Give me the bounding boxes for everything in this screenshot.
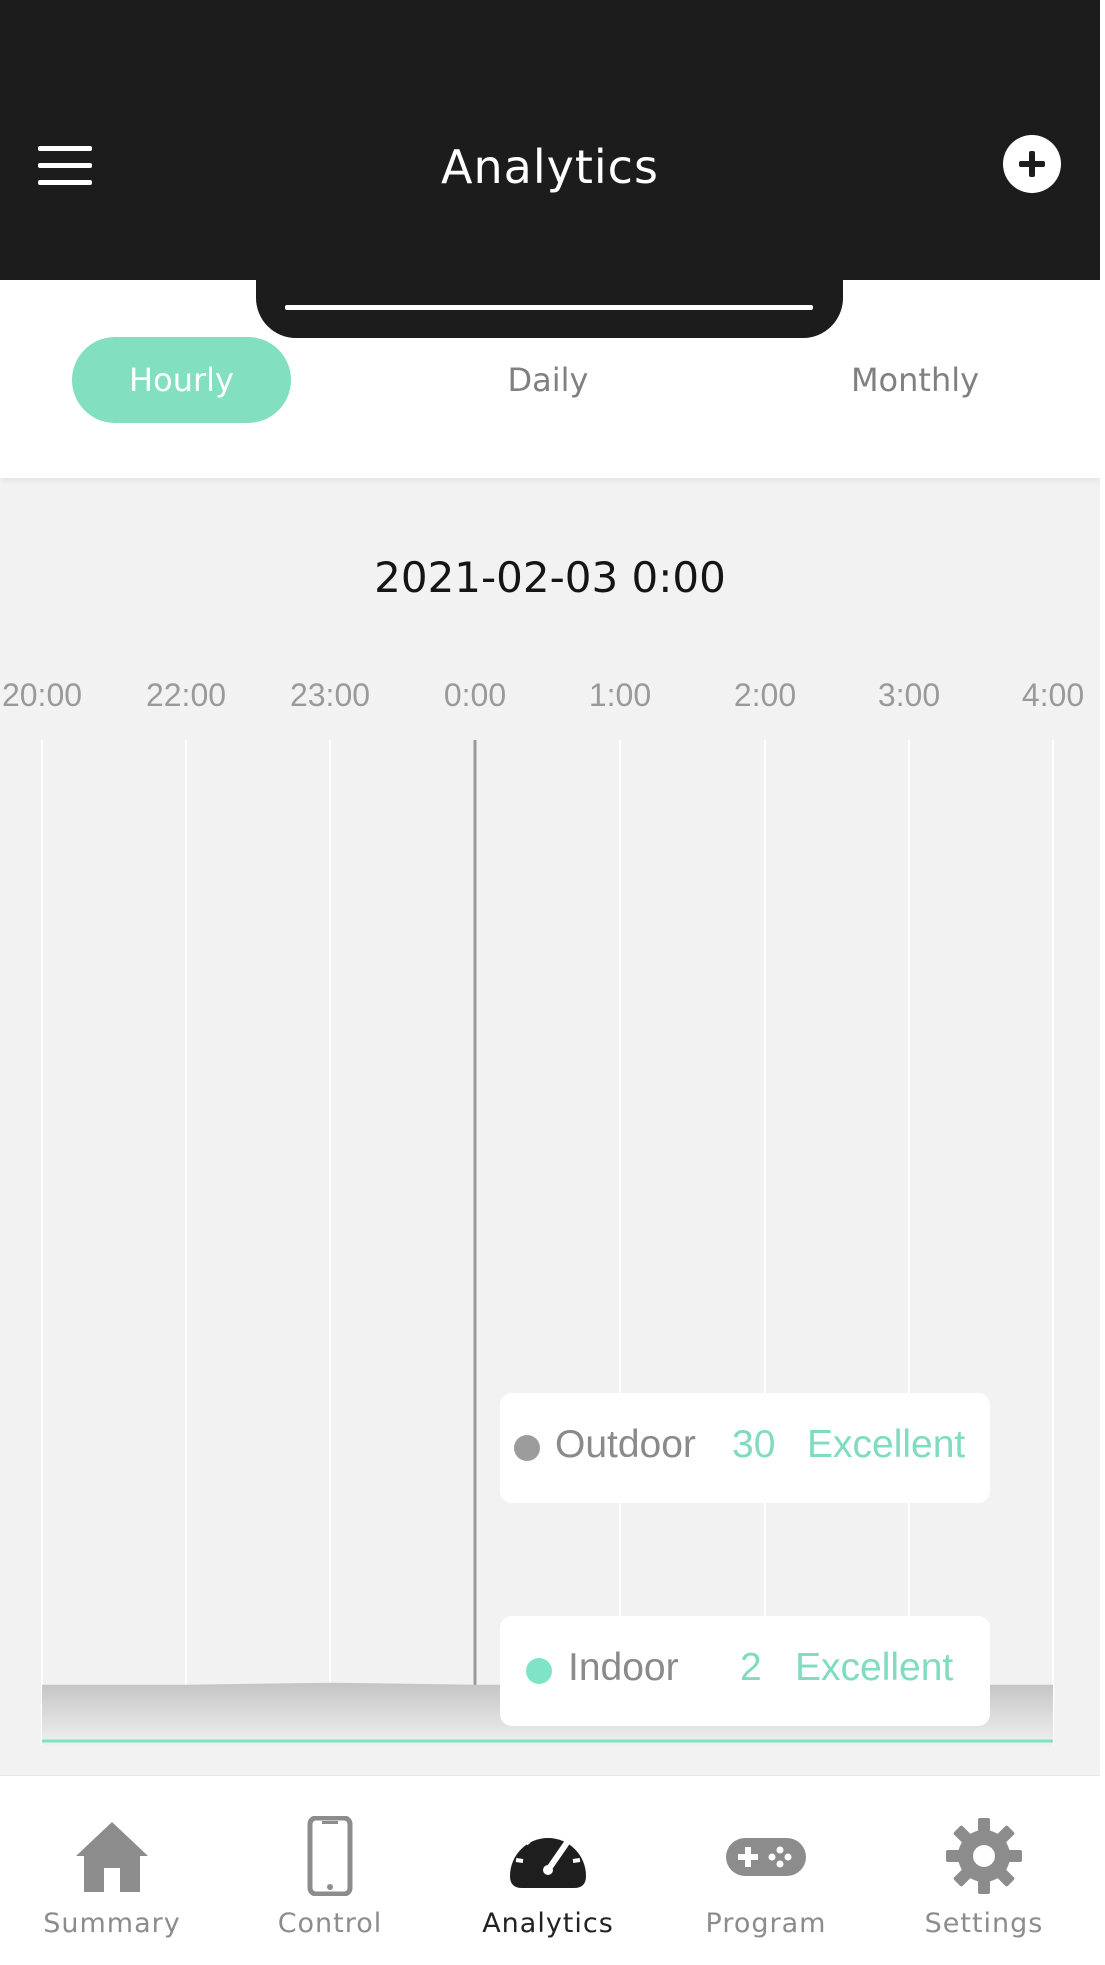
- outdoor-dot: [514, 1435, 540, 1461]
- home-icon: [76, 1822, 148, 1892]
- notch-indicator: [285, 305, 813, 310]
- outdoor-value: 30: [732, 1423, 776, 1466]
- tab-daily[interactable]: Daily: [448, 337, 648, 423]
- nav-program[interactable]: Program: [666, 1776, 866, 1965]
- x-tick-label: 3:00: [878, 677, 940, 713]
- outdoor-label: Outdoor: [555, 1423, 696, 1466]
- nav-summary-label: Summary: [43, 1908, 181, 1939]
- indoor-value: 2: [740, 1646, 762, 1689]
- bottom-nav: Summary Control Analytics Program Settin…: [0, 1775, 1100, 1965]
- nav-program-label: Program: [705, 1908, 827, 1939]
- indoor-tooltip: Indoor 2 Excellent: [500, 1616, 990, 1726]
- nav-analytics-label: Analytics: [482, 1908, 614, 1939]
- tab-hourly[interactable]: Hourly: [72, 337, 291, 423]
- outdoor-status: Excellent: [807, 1423, 966, 1466]
- header-bar: Analytics: [0, 0, 1100, 280]
- x-tick-label: 23:00: [290, 677, 370, 713]
- nav-summary[interactable]: Summary: [12, 1776, 212, 1965]
- air-quality-chart[interactable]: 20:00 22:00 23:00 0:00 1:00 2:00 3:00 4:00: [0, 670, 1100, 1770]
- x-tick-label: 20:00: [2, 677, 82, 713]
- gauge-icon: [510, 1828, 586, 1888]
- nav-settings-label: Settings: [924, 1908, 1044, 1939]
- indoor-status: Excellent: [795, 1646, 954, 1689]
- indoor-label: Indoor: [568, 1646, 679, 1689]
- phone-icon: [307, 1816, 353, 1896]
- page-title: Analytics: [441, 140, 659, 194]
- x-tick-label: 0:00: [444, 677, 506, 713]
- x-tick-label: 1:00: [589, 677, 651, 713]
- gamepad-icon: [726, 1838, 806, 1876]
- indoor-dot: [526, 1658, 552, 1684]
- x-tick-label: 4:00: [1022, 677, 1084, 713]
- x-tick-label: 2:00: [734, 677, 796, 713]
- outdoor-tooltip: Outdoor 30 Excellent: [500, 1393, 990, 1503]
- nav-control-label: Control: [277, 1908, 383, 1939]
- nav-settings[interactable]: Settings: [884, 1776, 1084, 1965]
- add-icon[interactable]: [1003, 135, 1061, 193]
- selected-time: 2021-02-03 0:00: [374, 553, 726, 602]
- tab-monthly[interactable]: Monthly: [815, 337, 1015, 423]
- notch: [256, 270, 843, 338]
- app-screen: Analytics Hourly Daily Monthly 2021-02-0…: [0, 0, 1100, 1965]
- gear-icon: [946, 1818, 1022, 1894]
- x-tick-label: 22:00: [146, 677, 226, 713]
- nav-analytics[interactable]: Analytics: [448, 1776, 648, 1965]
- nav-control[interactable]: Control: [230, 1776, 430, 1965]
- screen-edge: [1100, 0, 1105, 1965]
